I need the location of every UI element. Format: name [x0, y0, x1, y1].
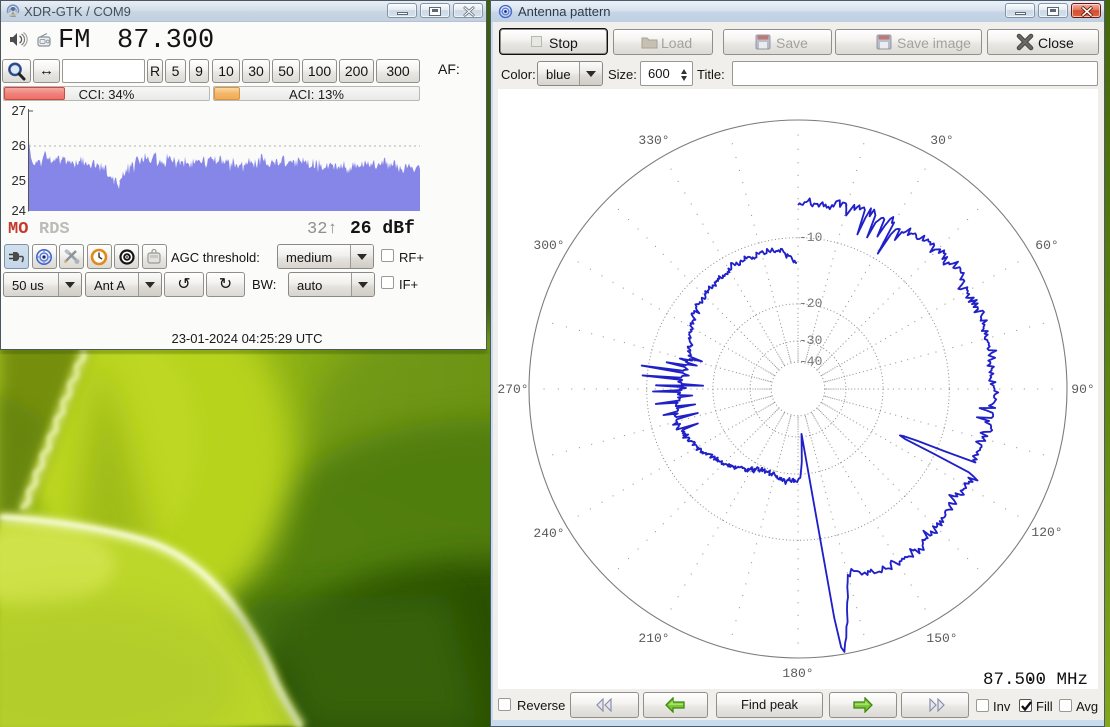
- svg-text:120°: 120°: [1031, 525, 1062, 540]
- svg-text:90°: 90°: [1071, 382, 1094, 397]
- svg-text:-40: -40: [799, 354, 822, 369]
- svg-text:24: 24: [12, 203, 26, 218]
- svg-text:150°: 150°: [926, 631, 957, 646]
- svg-text:180°: 180°: [782, 666, 813, 681]
- svg-text:25: 25: [12, 173, 26, 188]
- svg-text:-10: -10: [799, 230, 822, 245]
- svg-text:240°: 240°: [533, 526, 564, 541]
- svg-text:26: 26: [12, 138, 26, 153]
- svg-text:300°: 300°: [533, 238, 564, 253]
- svg-text:-20: -20: [799, 296, 822, 311]
- svg-text:30°: 30°: [930, 133, 953, 148]
- svg-text:330°: 330°: [638, 133, 669, 148]
- svg-text:27: 27: [12, 103, 26, 118]
- svg-text:60°: 60°: [1035, 238, 1058, 253]
- svg-text:-30: -30: [799, 333, 822, 348]
- svg-text:270°: 270°: [497, 382, 528, 397]
- svg-text:210°: 210°: [638, 631, 669, 646]
